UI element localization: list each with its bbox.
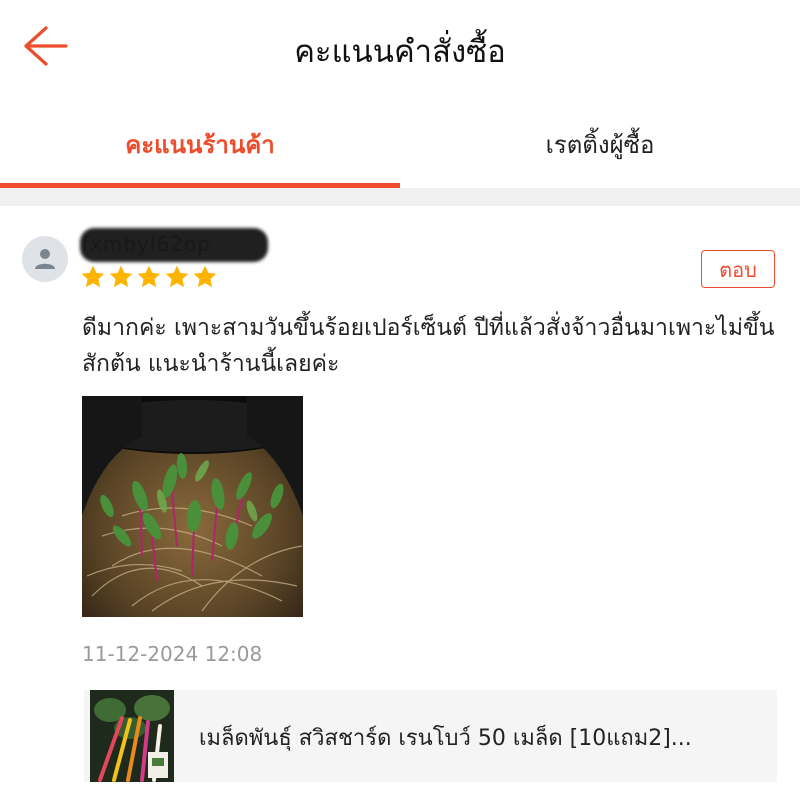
tab-buyer-rating[interactable]: เรตติ้งผู้ซื้อ [400, 96, 800, 188]
section-divider [0, 188, 800, 206]
star-icon [81, 265, 105, 288]
review-photo[interactable] [82, 396, 303, 617]
user-icon [35, 249, 55, 269]
top-bar: คะแนนคำสั่งซื้อ [0, 0, 800, 96]
product-name: เมล็ดพันธุ์ สวิสชาร์ด เรนโบว์ 50 เมล็ด [… [199, 726, 692, 751]
star-icon [165, 265, 189, 288]
page-title: คะแนนคำสั่งซื้อ [294, 34, 506, 70]
star-icon [137, 265, 161, 288]
tab-bar: คะแนนร้านค้า เรตติ้งผู้ซื้อ [0, 96, 800, 188]
reviewer-name: fxmbyl62op [80, 228, 268, 262]
star-rating [80, 264, 218, 290]
star-icon [193, 265, 217, 288]
review-timestamp: 11-12-2024 12:08 [82, 642, 263, 666]
review-card: fxmbyl62op ตอบ ดีมากค่ะ เพาะสามวันขึ้นร้… [0, 206, 800, 800]
product-thumbnail [90, 690, 174, 782]
avatar[interactable] [22, 236, 68, 282]
star-icon [109, 265, 133, 288]
tab-shop-rating[interactable]: คะแนนร้านค้า [0, 96, 400, 188]
review-comment: ดีมากค่ะ เพาะสามวันขึ้นร้อยเปอร์เซ็นต์ ป… [82, 315, 775, 377]
product-card[interactable]: เมล็ดพันธุ์ สวิสชาร์ด เรนโบว์ 50 เมล็ด [… [84, 690, 777, 782]
redaction-mask [80, 228, 268, 262]
reply-button[interactable]: ตอบ [701, 250, 775, 288]
